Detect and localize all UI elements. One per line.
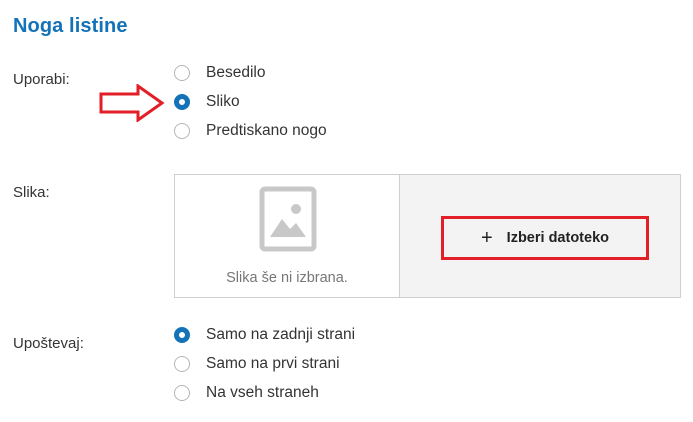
radio-label: Samo na zadnji strani <box>206 325 356 343</box>
section-title: Noga listine <box>13 15 128 37</box>
apply-radio-group: Samo na zadnji strani Samo na prvi stran… <box>174 320 355 407</box>
use-radio-group: Besedilo Sliko Predtiskano nogo <box>174 58 327 145</box>
use-option-predtiskano-nogo[interactable]: Predtiskano nogo <box>174 116 327 145</box>
radio-label: Sliko <box>206 92 240 110</box>
radio-button[interactable] <box>174 326 190 343</box>
apply-label: Upoštevaj: <box>13 335 84 352</box>
radio-label: Samo na prvi strani <box>206 354 340 372</box>
radio-label: Na vseh straneh <box>206 383 319 401</box>
use-option-sliko[interactable]: Sliko <box>174 87 327 116</box>
apply-option-first-page[interactable]: Samo na prvi strani <box>174 349 355 378</box>
image-placeholder-icon <box>259 186 317 252</box>
choose-file-label: Izberi datoteko <box>506 230 609 246</box>
use-label: Uporabi: <box>13 71 70 88</box>
radio-label: Besedilo <box>206 63 266 81</box>
radio-button[interactable] <box>174 384 190 401</box>
image-preview: Slika še ni izbrana. <box>175 175 400 297</box>
empty-image-text: Slika še ni izbrana. <box>226 270 348 286</box>
image-label: Slika: <box>13 184 50 201</box>
choose-file-area: + Izberi datoteko <box>400 175 680 297</box>
image-upload-box: Slika še ni izbrana. + Izberi datoteko <box>174 174 681 298</box>
apply-option-all-pages[interactable]: Na vseh straneh <box>174 378 355 407</box>
radio-button[interactable] <box>174 355 190 372</box>
choose-file-button[interactable]: + Izberi datoteko <box>441 216 649 260</box>
radio-label: Predtiskano nogo <box>206 121 327 139</box>
red-arrow-icon <box>99 84 165 122</box>
plus-icon: + <box>480 227 493 249</box>
radio-button[interactable] <box>174 64 190 81</box>
use-option-besedilo[interactable]: Besedilo <box>174 58 327 87</box>
apply-option-last-page[interactable]: Samo na zadnji strani <box>174 320 355 349</box>
radio-button[interactable] <box>174 93 190 110</box>
radio-button[interactable] <box>174 122 190 139</box>
